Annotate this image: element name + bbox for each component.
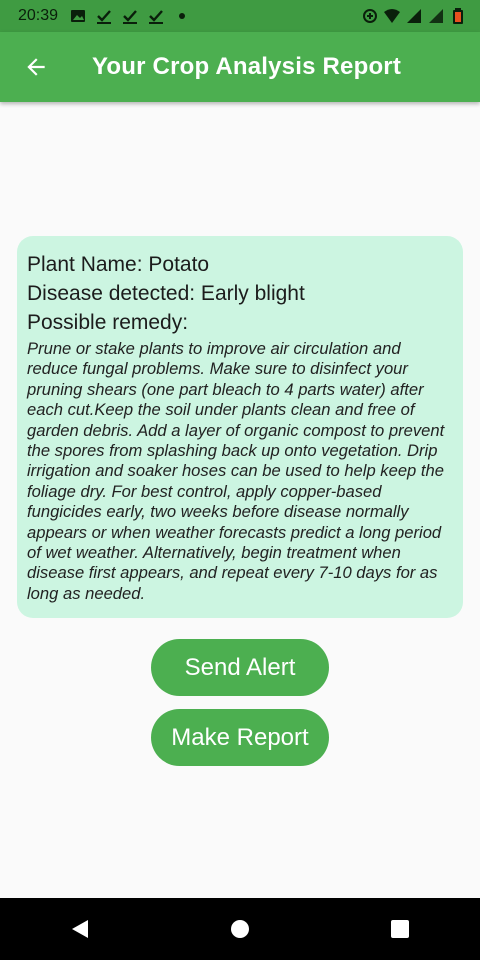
- check-icon: [123, 10, 138, 24]
- data-saver-icon: [363, 9, 377, 23]
- remedy-description: Prune or stake plants to improve air cir…: [27, 339, 445, 603]
- notification-icons: [70, 8, 190, 24]
- check-icon: [97, 10, 112, 24]
- system-icons: [362, 8, 466, 24]
- signal-icon: [407, 9, 421, 23]
- send-alert-button[interactable]: Send Alert: [151, 639, 329, 696]
- battery-icon: [453, 8, 463, 24]
- analysis-result-card: Plant Name: Potato Disease detected: Ear…: [17, 236, 463, 618]
- home-circle-icon: [231, 920, 249, 938]
- make-report-button[interactable]: Make Report: [151, 709, 329, 766]
- nav-back-button[interactable]: [50, 898, 110, 960]
- plant-name-text: Plant Name: Potato: [27, 253, 210, 276]
- dot-icon: [179, 13, 186, 19]
- arrow-back-icon: [27, 58, 45, 76]
- wifi-icon: [384, 9, 400, 23]
- recents-square-icon: [391, 920, 409, 938]
- nav-recents-button[interactable]: [370, 898, 430, 960]
- app-bar: Your Crop Analysis Report: [0, 32, 480, 102]
- status-bar: 20:39: [0, 0, 480, 32]
- back-button[interactable]: [18, 49, 54, 85]
- image-icon: [71, 10, 86, 22]
- system-nav-bar: [0, 898, 480, 960]
- nav-home-button[interactable]: [210, 898, 270, 960]
- signal-icon: [429, 9, 443, 23]
- status-time: 20:39: [18, 7, 59, 24]
- back-triangle-icon: [72, 920, 88, 938]
- page-title: Your Crop Analysis Report: [92, 53, 402, 80]
- check-icon: [149, 10, 164, 24]
- disease-text: Disease detected: Early blight: [27, 282, 305, 305]
- remedy-heading: Possible remedy:: [27, 311, 189, 334]
